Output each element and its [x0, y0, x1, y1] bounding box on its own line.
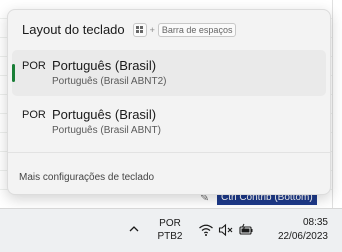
language-item-abnt[interactable]: POR Português (Brasil) Português (Brasil… — [12, 99, 326, 145]
language-layout: Português (Brasil ABNT) — [52, 125, 161, 136]
clock-time: 08:35 — [302, 217, 328, 228]
background-app-edge — [332, 0, 342, 208]
taskbar: POR PTB2 08:35 22/06/2023 — [0, 208, 342, 252]
spacebar-key: Barra de espaços — [157, 22, 237, 37]
shortcut-plus: + — [149, 24, 155, 35]
language-code: POR — [22, 109, 46, 121]
flyout-title: Layout do teclado — [22, 22, 125, 37]
flyout-header: Layout do teclado + Barra de espaços — [22, 22, 237, 37]
taskbar-clock[interactable]: 08:35 22/06/2023 — [278, 216, 328, 244]
clock-date: 22/06/2023 — [277, 231, 328, 242]
keyboard-layout-flyout: Layout do teclado + Barra de espaços POR… — [7, 9, 331, 195]
ime-language: POR — [159, 218, 181, 229]
volume-muted-icon[interactable] — [218, 223, 234, 237]
input-indicator-button[interactable]: POR PTB2 — [150, 214, 190, 248]
language-item-abnt2[interactable]: POR Português (Brasil) Português (Brasil… — [12, 50, 326, 96]
ime-layout: PTB2 — [157, 231, 183, 242]
language-name: Português (Brasil) — [52, 107, 157, 122]
wifi-icon[interactable] — [198, 223, 214, 237]
more-keyboard-settings-link[interactable]: Mais configurações de teclado — [19, 172, 154, 183]
chevron-up-icon[interactable] — [127, 222, 141, 236]
selected-indicator — [12, 64, 15, 82]
windows-key-icon — [132, 22, 147, 37]
flyout-separator — [8, 152, 330, 153]
shortcut-hint: + Barra de espaços — [132, 22, 237, 37]
language-name: Português (Brasil) — [52, 58, 157, 73]
battery-charging-icon[interactable] — [238, 223, 254, 237]
language-code: POR — [22, 60, 46, 72]
language-layout: Português (Brasil ABNT2) — [52, 76, 167, 87]
